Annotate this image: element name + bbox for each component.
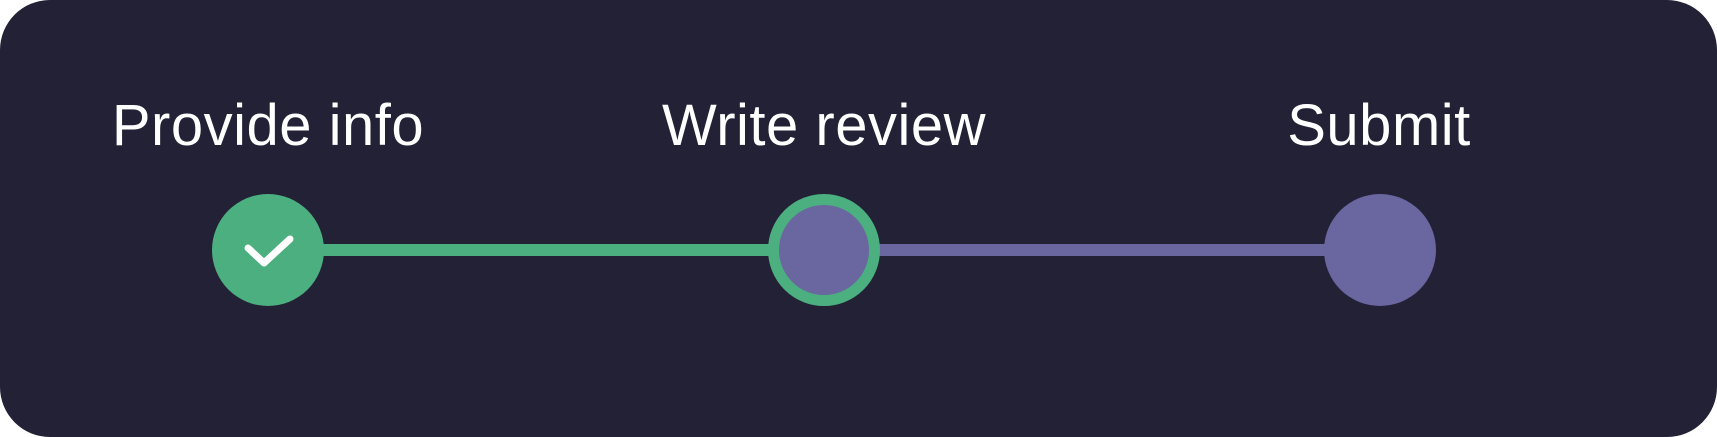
- connector-completed: [320, 244, 770, 256]
- connector-upcoming: [876, 244, 1326, 256]
- step-3-label: Submit: [1287, 93, 1471, 158]
- step-1-label: Provide info: [111, 93, 425, 158]
- step-1-completed[interactable]: [212, 194, 324, 306]
- step-3-upcoming[interactable]: [1324, 194, 1436, 306]
- step-2-label: Write review: [662, 93, 986, 158]
- stepper-panel: Provide info Write review Submit: [0, 0, 1717, 437]
- step-2-current[interactable]: [768, 194, 880, 306]
- check-icon: [236, 218, 300, 282]
